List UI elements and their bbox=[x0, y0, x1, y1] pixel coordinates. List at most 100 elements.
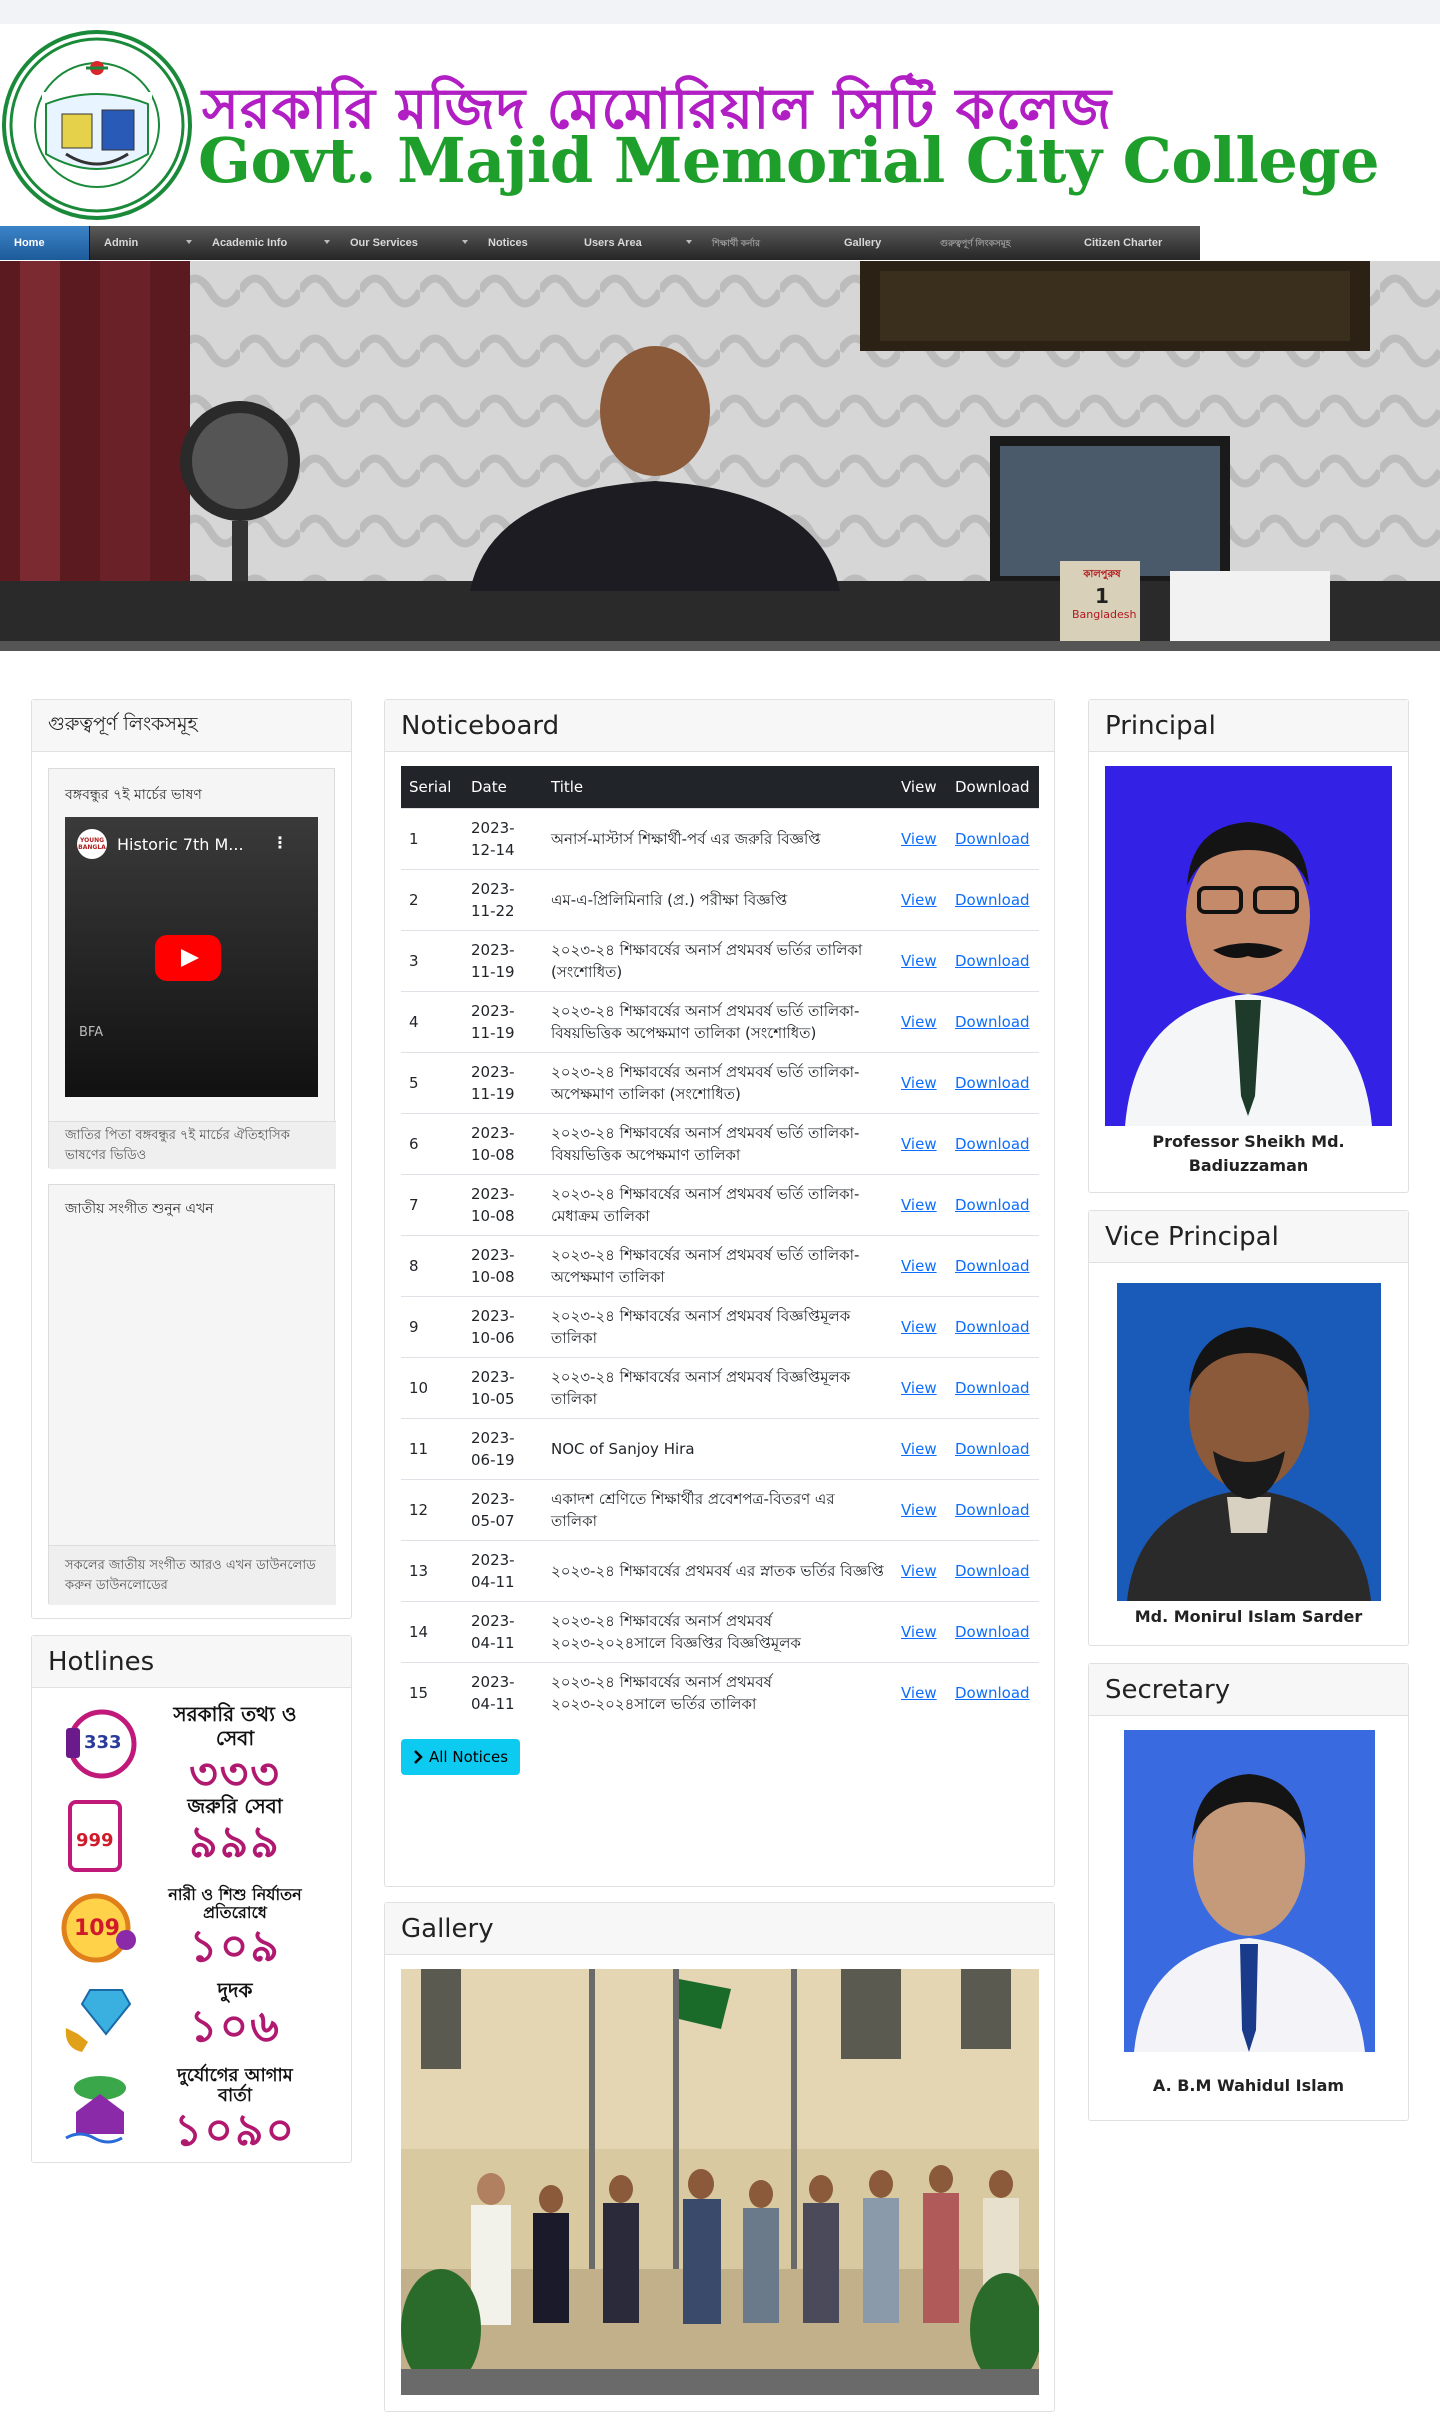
hotline-number: ৯৯৯ bbox=[189, 1817, 281, 1868]
serial-cell: 15 bbox=[401, 1661, 463, 1723]
date-cell: 2023-10-06 bbox=[463, 1295, 543, 1357]
table-row: 3 2023-11-19 ২০২৩-২৪ শিক্ষাবর্ষের অনার্স প… bbox=[401, 929, 1039, 991]
date-cell: 2023-11-19 bbox=[463, 1051, 543, 1113]
view-cell: View bbox=[893, 1417, 947, 1479]
download-link[interactable]: Download bbox=[955, 1440, 1030, 1458]
download-link[interactable]: Download bbox=[955, 1318, 1030, 1336]
important-links-heading: গুরুত্বপূর্ণ লিংকসমূহ bbox=[32, 700, 351, 752]
all-notices-label: All Notices bbox=[429, 1748, 509, 1766]
download-cell: Download bbox=[947, 1600, 1039, 1662]
serial-cell: 11 bbox=[401, 1417, 463, 1479]
view-link[interactable]: View bbox=[901, 1318, 937, 1336]
title-cell: ২০২৩-২৪ শিক্ষাবর্ষের অনার্স প্রথমবর্ষ ভর… bbox=[543, 990, 893, 1052]
main-navbar: Home Admin Academic Info Our Services No… bbox=[0, 226, 1200, 260]
view-link[interactable]: View bbox=[901, 1684, 937, 1702]
title-cell: ২০২৩-২৪ শিক্ষাবর্ষের অনার্স প্রথমবর্ষ ২০… bbox=[543, 1661, 893, 1723]
vice-principal-photo bbox=[1117, 1283, 1381, 1601]
download-link[interactable]: Download bbox=[955, 1379, 1030, 1397]
date-cell: 2023-10-08 bbox=[463, 1173, 543, 1235]
gallery-photo[interactable] bbox=[401, 1969, 1039, 2395]
view-link[interactable]: View bbox=[901, 1135, 937, 1153]
download-link[interactable]: Download bbox=[955, 891, 1030, 909]
anthem-footer-text: সকলের জাতীয় সংগীত আরও এখন ডাউনলোড করুন … bbox=[65, 1558, 316, 1593]
download-cell: Download bbox=[947, 1356, 1039, 1418]
view-link[interactable]: View bbox=[901, 952, 937, 970]
nav-item-gallery[interactable]: Gallery bbox=[830, 226, 926, 260]
download-link[interactable]: Download bbox=[955, 830, 1030, 848]
hotline-999[interactable]: 999 জরুরি সেবা ৯৯৯ bbox=[60, 1794, 310, 1874]
download-link[interactable]: Download bbox=[955, 1562, 1030, 1580]
view-cell: View bbox=[893, 1478, 947, 1540]
hotline-333[interactable]: 333 সরকারি তথ্য ও সেবা ৩৩৩ bbox=[60, 1702, 310, 1800]
hotline-106[interactable]: দুদক ১০৬ bbox=[60, 1978, 310, 2058]
download-link[interactable]: Download bbox=[955, 1074, 1030, 1092]
download-cell: Download bbox=[947, 1478, 1039, 1540]
serial-cell: 9 bbox=[401, 1295, 463, 1357]
video-caption: বঙ্গবন্ধুর ৭ই মার্চের ভাষণ bbox=[65, 787, 202, 803]
view-link[interactable]: View bbox=[901, 1013, 937, 1031]
nav-item-student-corner[interactable]: শিক্ষার্থী কর্নার bbox=[698, 226, 830, 260]
title-cell: ২০২৩-২৪ শিক্ষাবর্ষের অনার্স প্রথমবর্ষ ভর… bbox=[543, 1173, 893, 1235]
download-link[interactable]: Download bbox=[955, 1257, 1030, 1275]
download-link[interactable]: Download bbox=[955, 1623, 1030, 1641]
desk-calendar: কালপুরুষ 1 Bangladesh bbox=[1072, 567, 1137, 637]
table-row: 13 2023-04-11 ২০২৩-২৪ শিক্ষাবর্ষের প্রথমবর… bbox=[401, 1539, 1039, 1601]
nav-item-our-services[interactable]: Our Services bbox=[336, 226, 474, 260]
nav-item-admin[interactable]: Admin bbox=[90, 226, 198, 260]
phone-333-icon: 333 bbox=[60, 1708, 138, 1780]
column-header: Serial bbox=[401, 766, 463, 808]
view-link[interactable]: View bbox=[901, 1440, 937, 1458]
view-link[interactable]: View bbox=[901, 830, 937, 848]
download-link[interactable]: Download bbox=[955, 1196, 1030, 1214]
view-link[interactable]: View bbox=[901, 891, 937, 909]
view-link[interactable]: View bbox=[901, 1623, 937, 1641]
nav-label: Admin bbox=[104, 237, 139, 249]
view-link[interactable]: View bbox=[901, 1196, 937, 1214]
noticeboard-card: Noticeboard Serial Date Title View Downl… bbox=[384, 699, 1055, 1887]
video-footer-text: জাতির পিতা বঙ্গবন্ধুর ৭ই মার্চের ঐতিহাসি… bbox=[65, 1128, 290, 1163]
title-cell: ২০২৩-২৪ শিক্ষাবর্ষের অনার্স প্রথমবর্ষ বি… bbox=[543, 1295, 893, 1357]
all-notices-button[interactable]: All Notices bbox=[401, 1739, 521, 1775]
view-link[interactable]: View bbox=[901, 1379, 937, 1397]
nav-item-academic-info[interactable]: Academic Info bbox=[198, 226, 336, 260]
view-cell: View bbox=[893, 1661, 947, 1723]
hotline-1090[interactable]: দুর্যোগের আগাম বার্তা ১০৯০ bbox=[60, 2066, 310, 2156]
view-link[interactable]: View bbox=[901, 1501, 937, 1519]
download-link[interactable]: Download bbox=[955, 952, 1030, 970]
download-link[interactable]: Download bbox=[955, 1013, 1030, 1031]
title-cell: ২০২৩-২৪ শিক্ষাবর্ষের অনার্স প্রথমবর্ষ ভর… bbox=[543, 929, 893, 991]
column-header: View bbox=[893, 766, 947, 808]
youtube-video-embed[interactable]: YOUNG BANGLA Historic 7th M... ⋮ BFA bbox=[65, 817, 318, 1097]
chevron-right-icon bbox=[414, 1750, 423, 1764]
view-cell: View bbox=[893, 807, 947, 869]
nav-item-citizen-charter[interactable]: Citizen Charter bbox=[1070, 226, 1200, 260]
nav-item-home[interactable]: Home bbox=[0, 226, 90, 260]
disaster-1090-icon bbox=[60, 2072, 138, 2144]
nav-label: শিক্ষার্থী কর্নার bbox=[712, 237, 760, 248]
view-cell: View bbox=[893, 1234, 947, 1296]
download-link[interactable]: Download bbox=[955, 1135, 1030, 1153]
serial-cell: 13 bbox=[401, 1539, 463, 1601]
nav-item-notices[interactable]: Notices bbox=[474, 226, 570, 260]
column-header: Title bbox=[543, 766, 893, 808]
view-link[interactable]: View bbox=[901, 1562, 937, 1580]
play-button[interactable] bbox=[155, 935, 221, 981]
table-row: 2 2023-11-22 এম-এ-প্রিলিমিনারি (প্র.) পরীক… bbox=[401, 868, 1039, 930]
view-link[interactable]: View bbox=[901, 1074, 937, 1092]
download-link[interactable]: Download bbox=[955, 1501, 1030, 1519]
view-link[interactable]: View bbox=[901, 1257, 937, 1275]
hotline-badge: 999 bbox=[76, 1830, 114, 1851]
serial-cell: 3 bbox=[401, 929, 463, 991]
serial-cell: 7 bbox=[401, 1173, 463, 1235]
nav-label: Academic Info bbox=[212, 237, 288, 249]
download-link[interactable]: Download bbox=[955, 1684, 1030, 1702]
hotline-109[interactable]: 109 নারী ও শিশু নির্যাতন প্রতিরোধে ১০৯ bbox=[60, 1886, 310, 1972]
table-row: 12 2023-05-07 একাদশ শ্রেণিতে শিক্ষার্থীর প… bbox=[401, 1478, 1039, 1540]
nav-label: Citizen Charter bbox=[1084, 237, 1163, 249]
nav-item-users-area[interactable]: Users Area bbox=[570, 226, 698, 260]
principal-name: Professor Sheikh Md. Badiuzzaman bbox=[1152, 1132, 1345, 1175]
title-cell: ২০২৩-২৪ শিক্ষাবর্ষের অনার্স প্রথমবর্ষ বি… bbox=[543, 1356, 893, 1418]
nav-item-important-links[interactable]: গুরুত্বপূর্ণ লিংকসমূহ bbox=[926, 226, 1070, 260]
college-logo[interactable] bbox=[2, 30, 192, 220]
more-options-icon[interactable]: ⋮ bbox=[272, 833, 288, 852]
